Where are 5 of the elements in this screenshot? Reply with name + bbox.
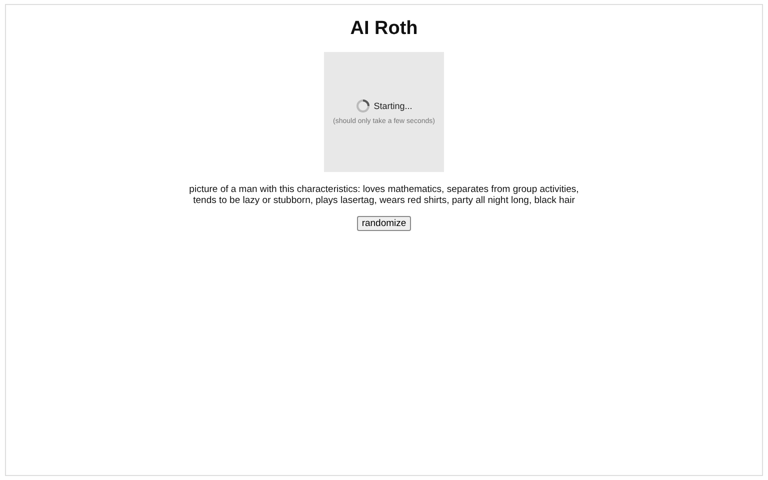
prompt-text: picture of a man with this characteristics: loves mathematics, separates from group activities, tends to be lazy or stubborn, plays lasertag, wears red shirts, party all night long, black hair xyxy=(188,184,580,206)
randomize-button[interactable]: randomize xyxy=(356,216,412,231)
status-text: Starting... xyxy=(374,101,412,111)
page-title: AI Roth xyxy=(350,18,418,40)
spinner-icon xyxy=(356,99,370,113)
